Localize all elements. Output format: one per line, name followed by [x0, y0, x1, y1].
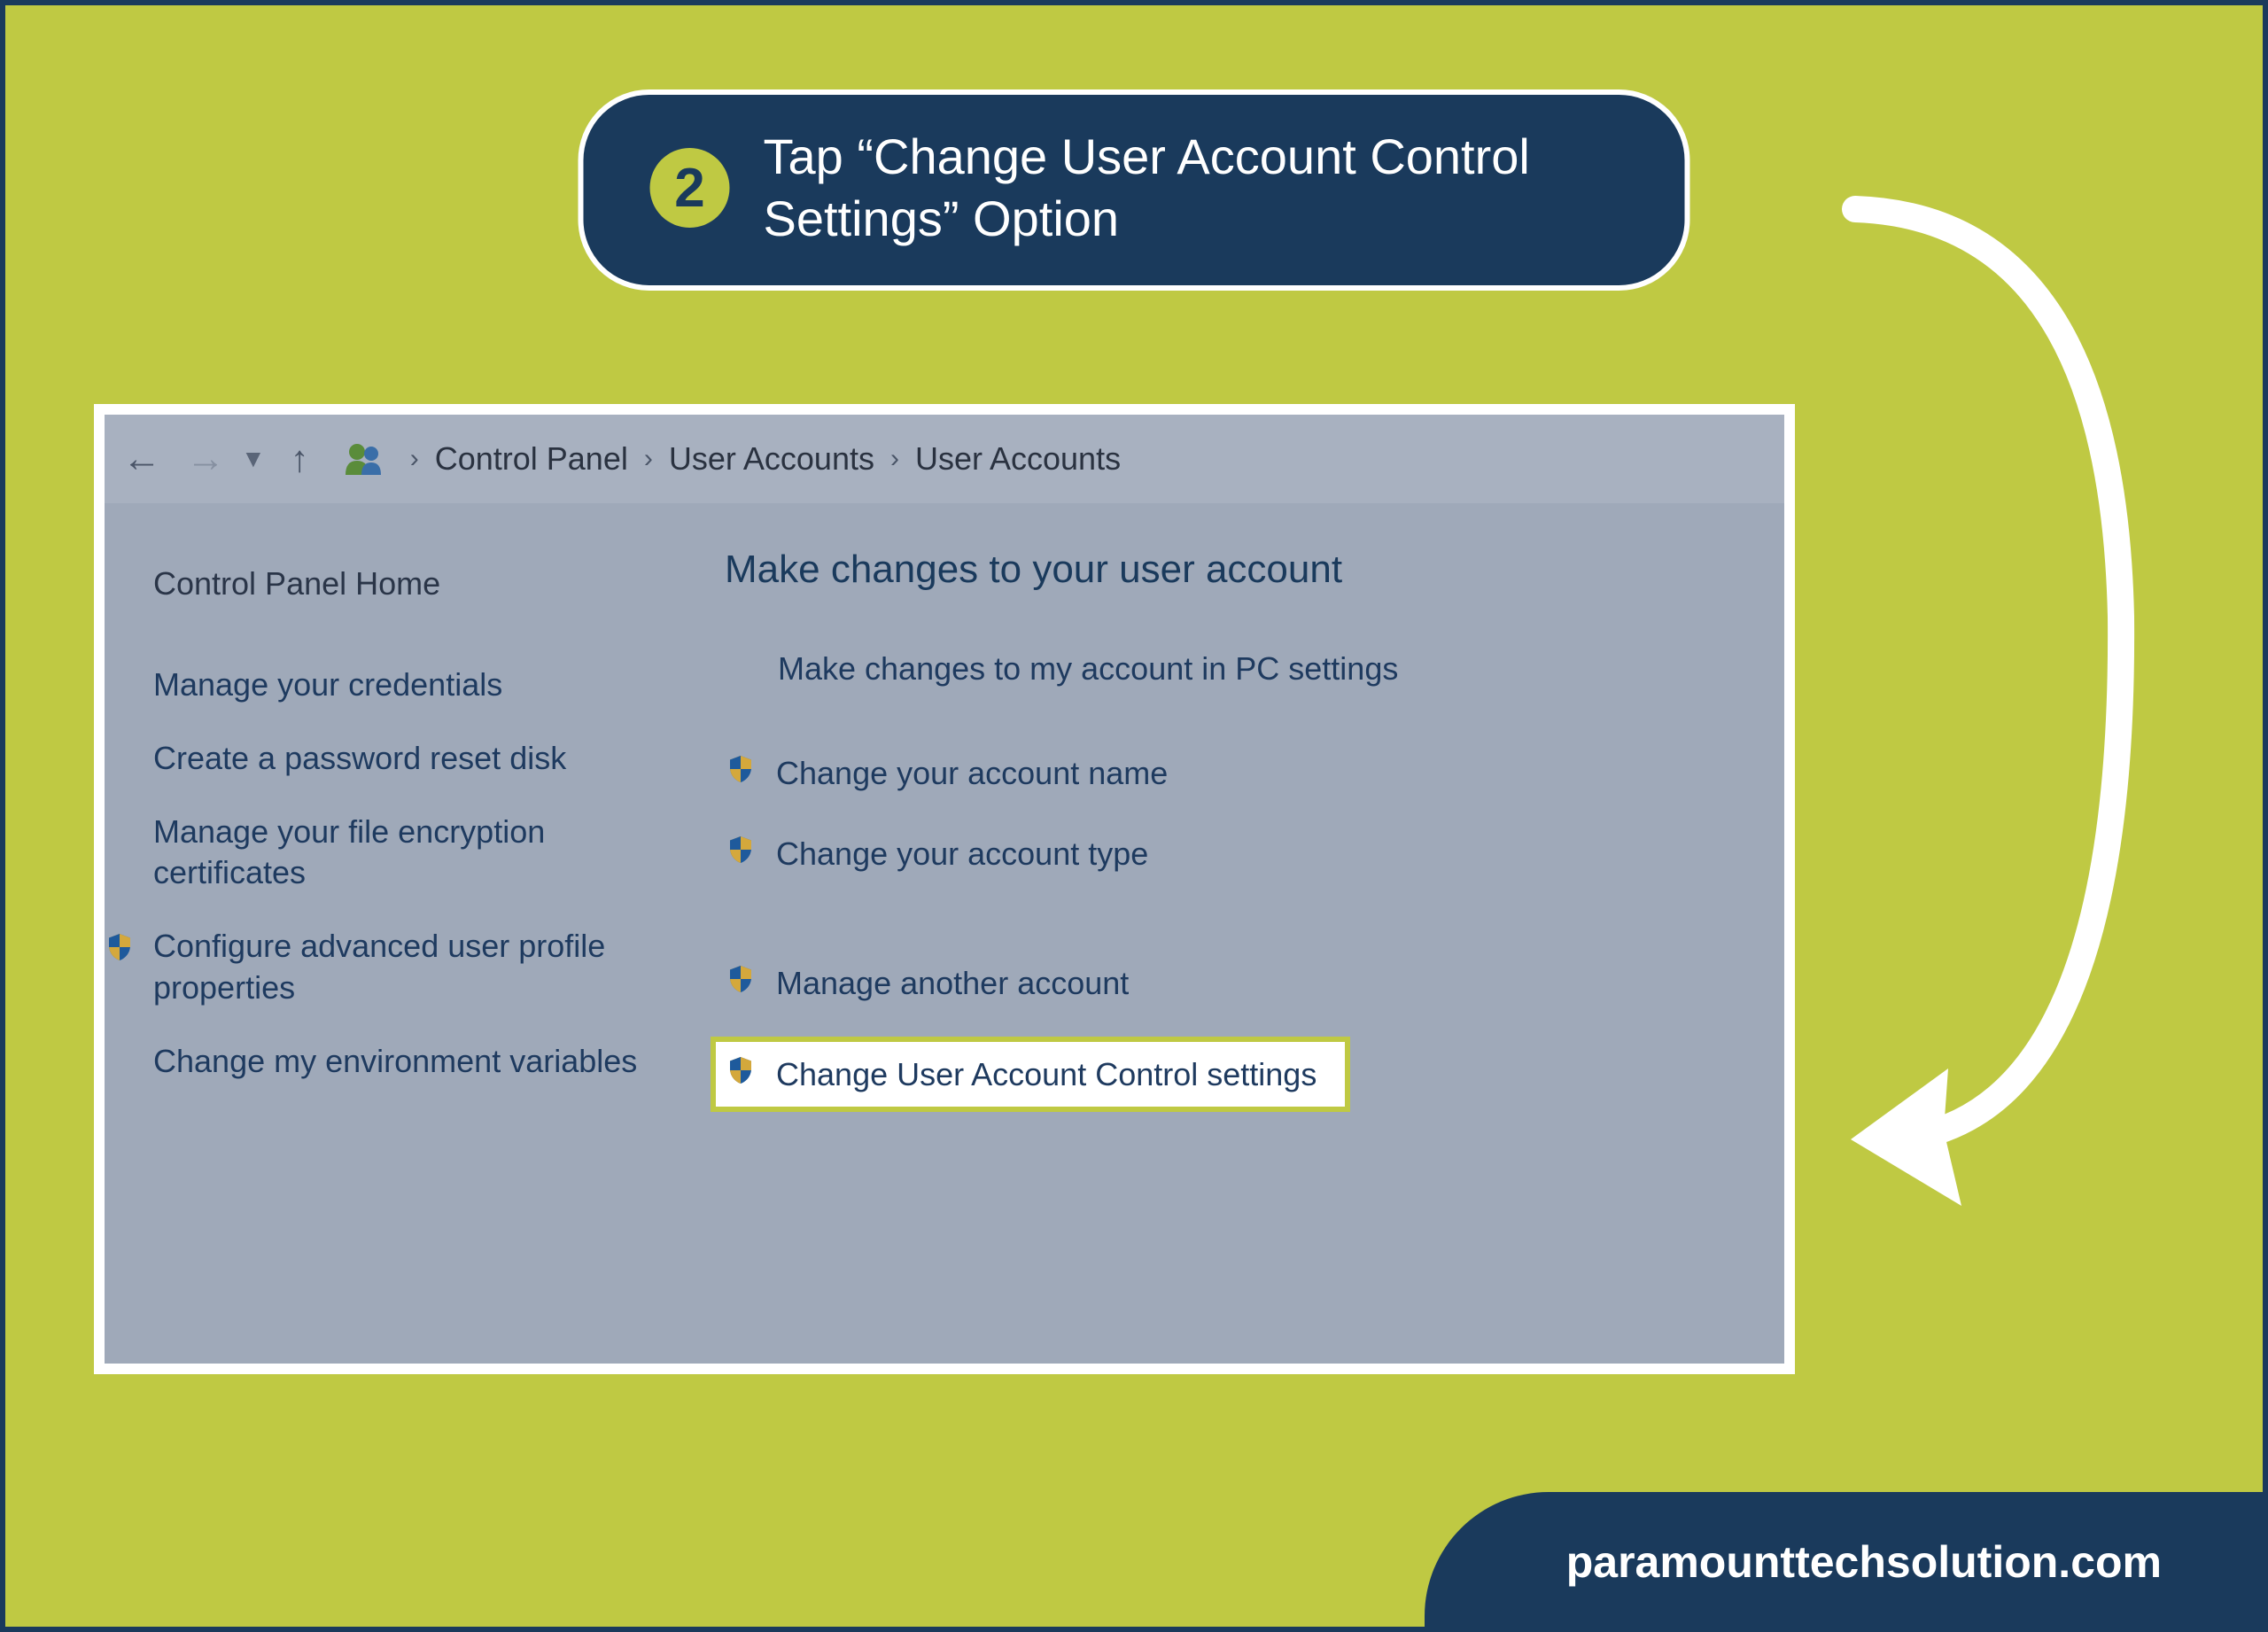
curved-arrow — [1802, 174, 2174, 1237]
step-number-circle: 2 — [650, 148, 730, 228]
sidebar-link-credentials[interactable]: Manage your credentials — [153, 664, 689, 706]
breadcrumb-item[interactable]: Control Panel — [435, 440, 628, 478]
sidebar-link-encryption[interactable]: Manage your file encryption certificates — [153, 812, 689, 895]
link-label: Make changes to my account in PC setting… — [778, 650, 1398, 688]
control-panel-window: ← → ▼ ↑ › Control Panel › User Accounts … — [94, 404, 1795, 1374]
link-change-account-type[interactable]: Change your account type — [725, 827, 1749, 881]
link-change-account-name[interactable]: Change your account name — [725, 746, 1749, 800]
sidebar-link-profile-properties[interactable]: Configure advanced user profile properti… — [153, 926, 689, 1009]
footer-badge: paramounttechsolution.com — [1425, 1492, 2268, 1632]
sidebar-link-label: Manage your credentials — [153, 666, 502, 703]
main-content: Make changes to your user account Make c… — [725, 539, 1784, 1139]
sidebar-link-label: Configure advanced user profile properti… — [153, 928, 605, 1006]
breadcrumb-item[interactable]: User Accounts — [669, 440, 874, 478]
link-manage-another-account[interactable]: Manage another account — [725, 956, 1749, 1010]
sidebar-link-label: Change my environment variables — [153, 1043, 637, 1079]
user-accounts-icon — [343, 441, 385, 477]
instruction-frame: 2 Tap “Change User Account Control Setti… — [0, 0, 2268, 1632]
site-name: paramounttechsolution.com — [1566, 1537, 2162, 1587]
link-change-uac-settings[interactable]: Change User Account Control settings — [711, 1037, 1350, 1112]
step-title: Tap “Change User Account Control Setting… — [764, 126, 1605, 250]
chevron-right-icon: › — [644, 444, 653, 474]
chevron-right-icon: › — [890, 444, 899, 474]
sidebar-link-env-variables[interactable]: Change my environment variables — [153, 1041, 689, 1083]
shield-icon — [725, 832, 757, 875]
sidebar-link-password-reset[interactable]: Create a password reset disk — [153, 738, 689, 780]
breadcrumb-item[interactable]: User Accounts — [915, 440, 1121, 478]
shield-icon — [104, 929, 136, 975]
forward-icon[interactable]: → — [186, 437, 225, 481]
shield-icon — [725, 751, 757, 795]
breadcrumb: › Control Panel › User Accounts › User A… — [410, 440, 1121, 478]
link-label: Manage another account — [776, 965, 1129, 1002]
sidebar-link-label: Manage your file encryption certificates — [153, 813, 545, 891]
step-badge: 2 Tap “Change User Account Control Setti… — [579, 89, 1690, 291]
shield-icon — [725, 961, 757, 1005]
window-body: Control Panel Home Manage your credentia… — [105, 503, 1784, 1139]
sidebar: Control Panel Home Manage your credentia… — [105, 539, 725, 1139]
link-label: Change your account type — [776, 835, 1148, 873]
sidebar-link-label: Create a password reset disk — [153, 740, 566, 776]
step-number: 2 — [674, 157, 704, 220]
up-icon[interactable]: ↑ — [291, 438, 309, 480]
chevron-right-icon: › — [410, 444, 419, 474]
link-label: Change your account name — [776, 755, 1168, 792]
address-bar: ← → ▼ ↑ › Control Panel › User Accounts … — [105, 415, 1784, 503]
link-label: Change User Account Control settings — [776, 1056, 1317, 1093]
sidebar-title: Control Panel Home — [153, 565, 689, 602]
shield-icon — [725, 1053, 757, 1096]
history-dropdown-icon[interactable]: ▼ — [241, 445, 266, 473]
link-pc-settings[interactable]: Make changes to my account in PC setting… — [778, 645, 1749, 693]
main-title: Make changes to your user account — [725, 548, 1749, 592]
back-icon[interactable]: ← — [122, 437, 161, 481]
